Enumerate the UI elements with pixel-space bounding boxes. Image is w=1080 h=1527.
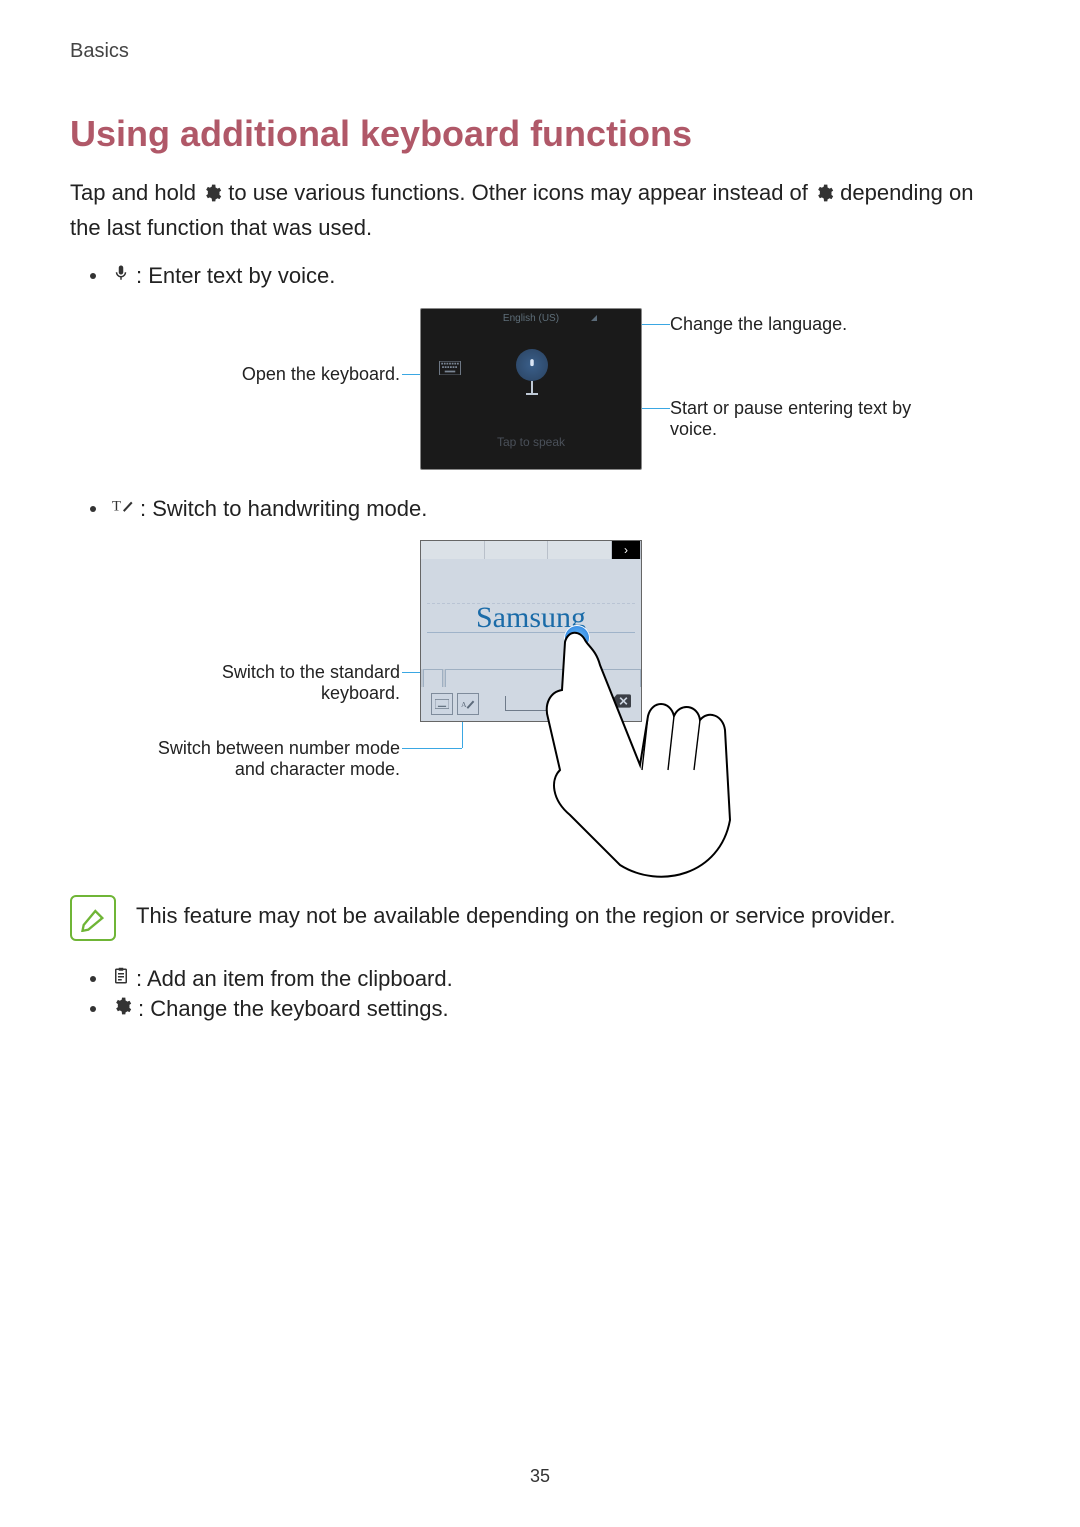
list-item-handwriting-text: : Switch to handwriting mode. (140, 496, 427, 522)
callout-open-keyboard: Open the keyboard. (140, 364, 400, 385)
dropdown-triangle-icon (591, 315, 597, 321)
mic-stand-icon (531, 381, 533, 393)
section-heading: Using additional keyboard functions (70, 113, 1010, 155)
gear-icon (112, 996, 132, 1022)
chevron-right-icon: › (612, 541, 641, 559)
bullet-icon (90, 506, 96, 512)
handwriting-suggestion-bar: › (421, 541, 641, 560)
feature-list: : Enter text by voice. (90, 262, 1010, 290)
list-item-settings: : Change the keyboard settings. (90, 996, 1010, 1022)
list-item-handwriting: T : Switch to handwriting mode. (90, 496, 1010, 522)
voice-mic-button (516, 349, 548, 381)
list-item-voice-text: : Enter text by voice. (136, 263, 335, 289)
voice-diagram: Open the keyboard. Change the language. … (140, 308, 970, 478)
list-item-clipboard-text: : Add an item from the clipboard. (136, 966, 453, 992)
callout-number-character-mode: Switch between number mode and character… (140, 738, 400, 780)
list-item-voice: : Enter text by voice. (90, 262, 1010, 290)
list-item-settings-text: : Change the keyboard settings. (138, 996, 449, 1022)
note-block: This feature may not be available depend… (70, 895, 1010, 941)
feature-list: T : Switch to handwriting mode. (90, 496, 1010, 522)
intro-text-1: Tap and hold (70, 180, 202, 205)
microphone-icon (112, 262, 130, 290)
callout-change-language: Change the language. (670, 314, 930, 335)
chapter-label: Basics (70, 40, 1010, 63)
page-number: 35 (0, 1466, 1080, 1487)
feature-list: : Add an item from the clipboard. : Chan… (90, 966, 1010, 1022)
handwriting-diagram: Switch to the standard keyboard. Switch … (140, 540, 970, 870)
handwriting-icon: T (112, 496, 134, 522)
bullet-icon (90, 1006, 96, 1012)
hand-illustration (530, 620, 750, 880)
clipboard-icon (112, 966, 130, 992)
gear-icon (202, 180, 222, 212)
list-item-clipboard: : Add an item from the clipboard. (90, 966, 1010, 992)
callout-start-pause-voice: Start or pause entering text by voice. (670, 398, 930, 440)
keyboard-switch-icon (431, 693, 453, 715)
voice-language-label: English (US) (421, 313, 641, 324)
bullet-icon (90, 273, 96, 279)
intro-paragraph: Tap and hold to use various functions. O… (70, 177, 1010, 244)
svg-text:T: T (112, 498, 121, 514)
svg-text:A: A (461, 700, 467, 709)
callout-standard-keyboard: Switch to the standard keyboard. (140, 662, 400, 704)
note-text: This feature may not be available depend… (136, 895, 895, 929)
intro-text-2: to use various functions. Other icons ma… (228, 180, 814, 205)
mode-switch-icon: A (457, 693, 479, 715)
voice-hint-text: Tap to speak (421, 435, 641, 449)
bullet-icon (90, 976, 96, 982)
voice-input-panel: English (US) Tap to speak (420, 308, 642, 470)
note-icon (70, 895, 116, 941)
keyboard-icon (439, 361, 461, 380)
gear-icon (814, 180, 834, 212)
leader-line (402, 748, 462, 749)
document-page: Basics Using additional keyboard functio… (0, 0, 1080, 1527)
